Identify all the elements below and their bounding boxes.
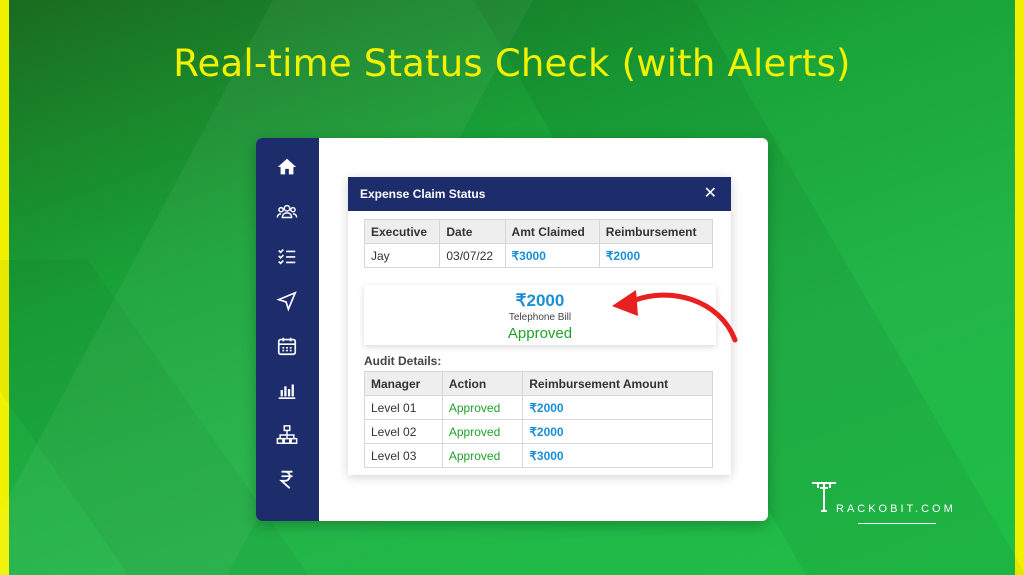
action-cell: Approved bbox=[441, 395, 524, 420]
claim-table: Executive Date Amt Claimed Reimbursement… bbox=[363, 219, 714, 268]
navigation-icon[interactable] bbox=[274, 288, 300, 314]
table-row[interactable]: Level 01 Approved ₹2000 bbox=[364, 395, 713, 420]
action-cell: Approved bbox=[441, 443, 524, 468]
table-row[interactable]: Level 03 Approved ₹3000 bbox=[364, 443, 713, 468]
executive-cell: Jay bbox=[363, 243, 441, 268]
date-cell: 03/07/22 bbox=[439, 243, 506, 268]
table-row[interactable]: Level 02 Approved ₹2000 bbox=[364, 419, 713, 444]
brand-logo: RACKOBIT.COM bbox=[810, 480, 980, 525]
table-row[interactable]: Jay 03/07/22 ₹3000 ₹2000 bbox=[363, 243, 714, 268]
manager-cell: Level 03 bbox=[364, 443, 443, 468]
column-header: Reimbursement Amount bbox=[522, 371, 713, 396]
reimbursement-amount-cell: ₹2000 bbox=[522, 395, 713, 420]
brand-text: RACKOBIT.COM bbox=[836, 503, 956, 515]
dialog-header: Expense Claim Status ✕ bbox=[348, 177, 731, 211]
close-button[interactable]: ✕ bbox=[704, 186, 717, 202]
calendar-icon[interactable] bbox=[274, 333, 300, 359]
manager-cell: Level 01 bbox=[364, 395, 443, 420]
reimbursement-amount-cell: ₹3000 bbox=[522, 443, 713, 468]
org-chart-icon[interactable] bbox=[274, 422, 300, 448]
action-cell: Approved bbox=[441, 419, 524, 444]
reimbursement-amount-cell: ₹2000 bbox=[522, 419, 713, 444]
column-header: Amt Claimed bbox=[504, 219, 600, 244]
bar-chart-icon[interactable] bbox=[274, 377, 300, 403]
dialog-title: Expense Claim Status bbox=[360, 187, 486, 201]
column-header: Manager bbox=[364, 371, 443, 396]
audit-details-label: Audit Details: bbox=[364, 354, 442, 368]
page-headline: Real-time Status Check (with Alerts) bbox=[173, 42, 851, 85]
trackobit-logo-icon bbox=[812, 482, 836, 512]
column-header: Date bbox=[439, 219, 506, 244]
brand-underline bbox=[858, 523, 936, 524]
rupee-icon[interactable] bbox=[274, 466, 300, 492]
manager-cell: Level 02 bbox=[364, 419, 443, 444]
checklist-icon[interactable] bbox=[274, 243, 300, 269]
column-header: Action bbox=[441, 371, 524, 396]
sidebar bbox=[256, 138, 319, 521]
reimbursement-cell: ₹2000 bbox=[598, 243, 714, 268]
audit-table: Manager Action Reimbursement Amount Leve… bbox=[364, 371, 713, 468]
right-border bbox=[1015, 0, 1024, 575]
column-header: Executive bbox=[363, 219, 441, 244]
column-header: Reimbursement bbox=[598, 219, 714, 244]
alert-arrow-icon bbox=[612, 290, 738, 343]
home-icon[interactable] bbox=[274, 154, 300, 180]
table-header-row: Manager Action Reimbursement Amount bbox=[364, 371, 713, 396]
users-icon[interactable] bbox=[274, 199, 300, 225]
amount-claimed-cell: ₹3000 bbox=[504, 243, 600, 268]
table-header-row: Executive Date Amt Claimed Reimbursement bbox=[363, 219, 714, 244]
